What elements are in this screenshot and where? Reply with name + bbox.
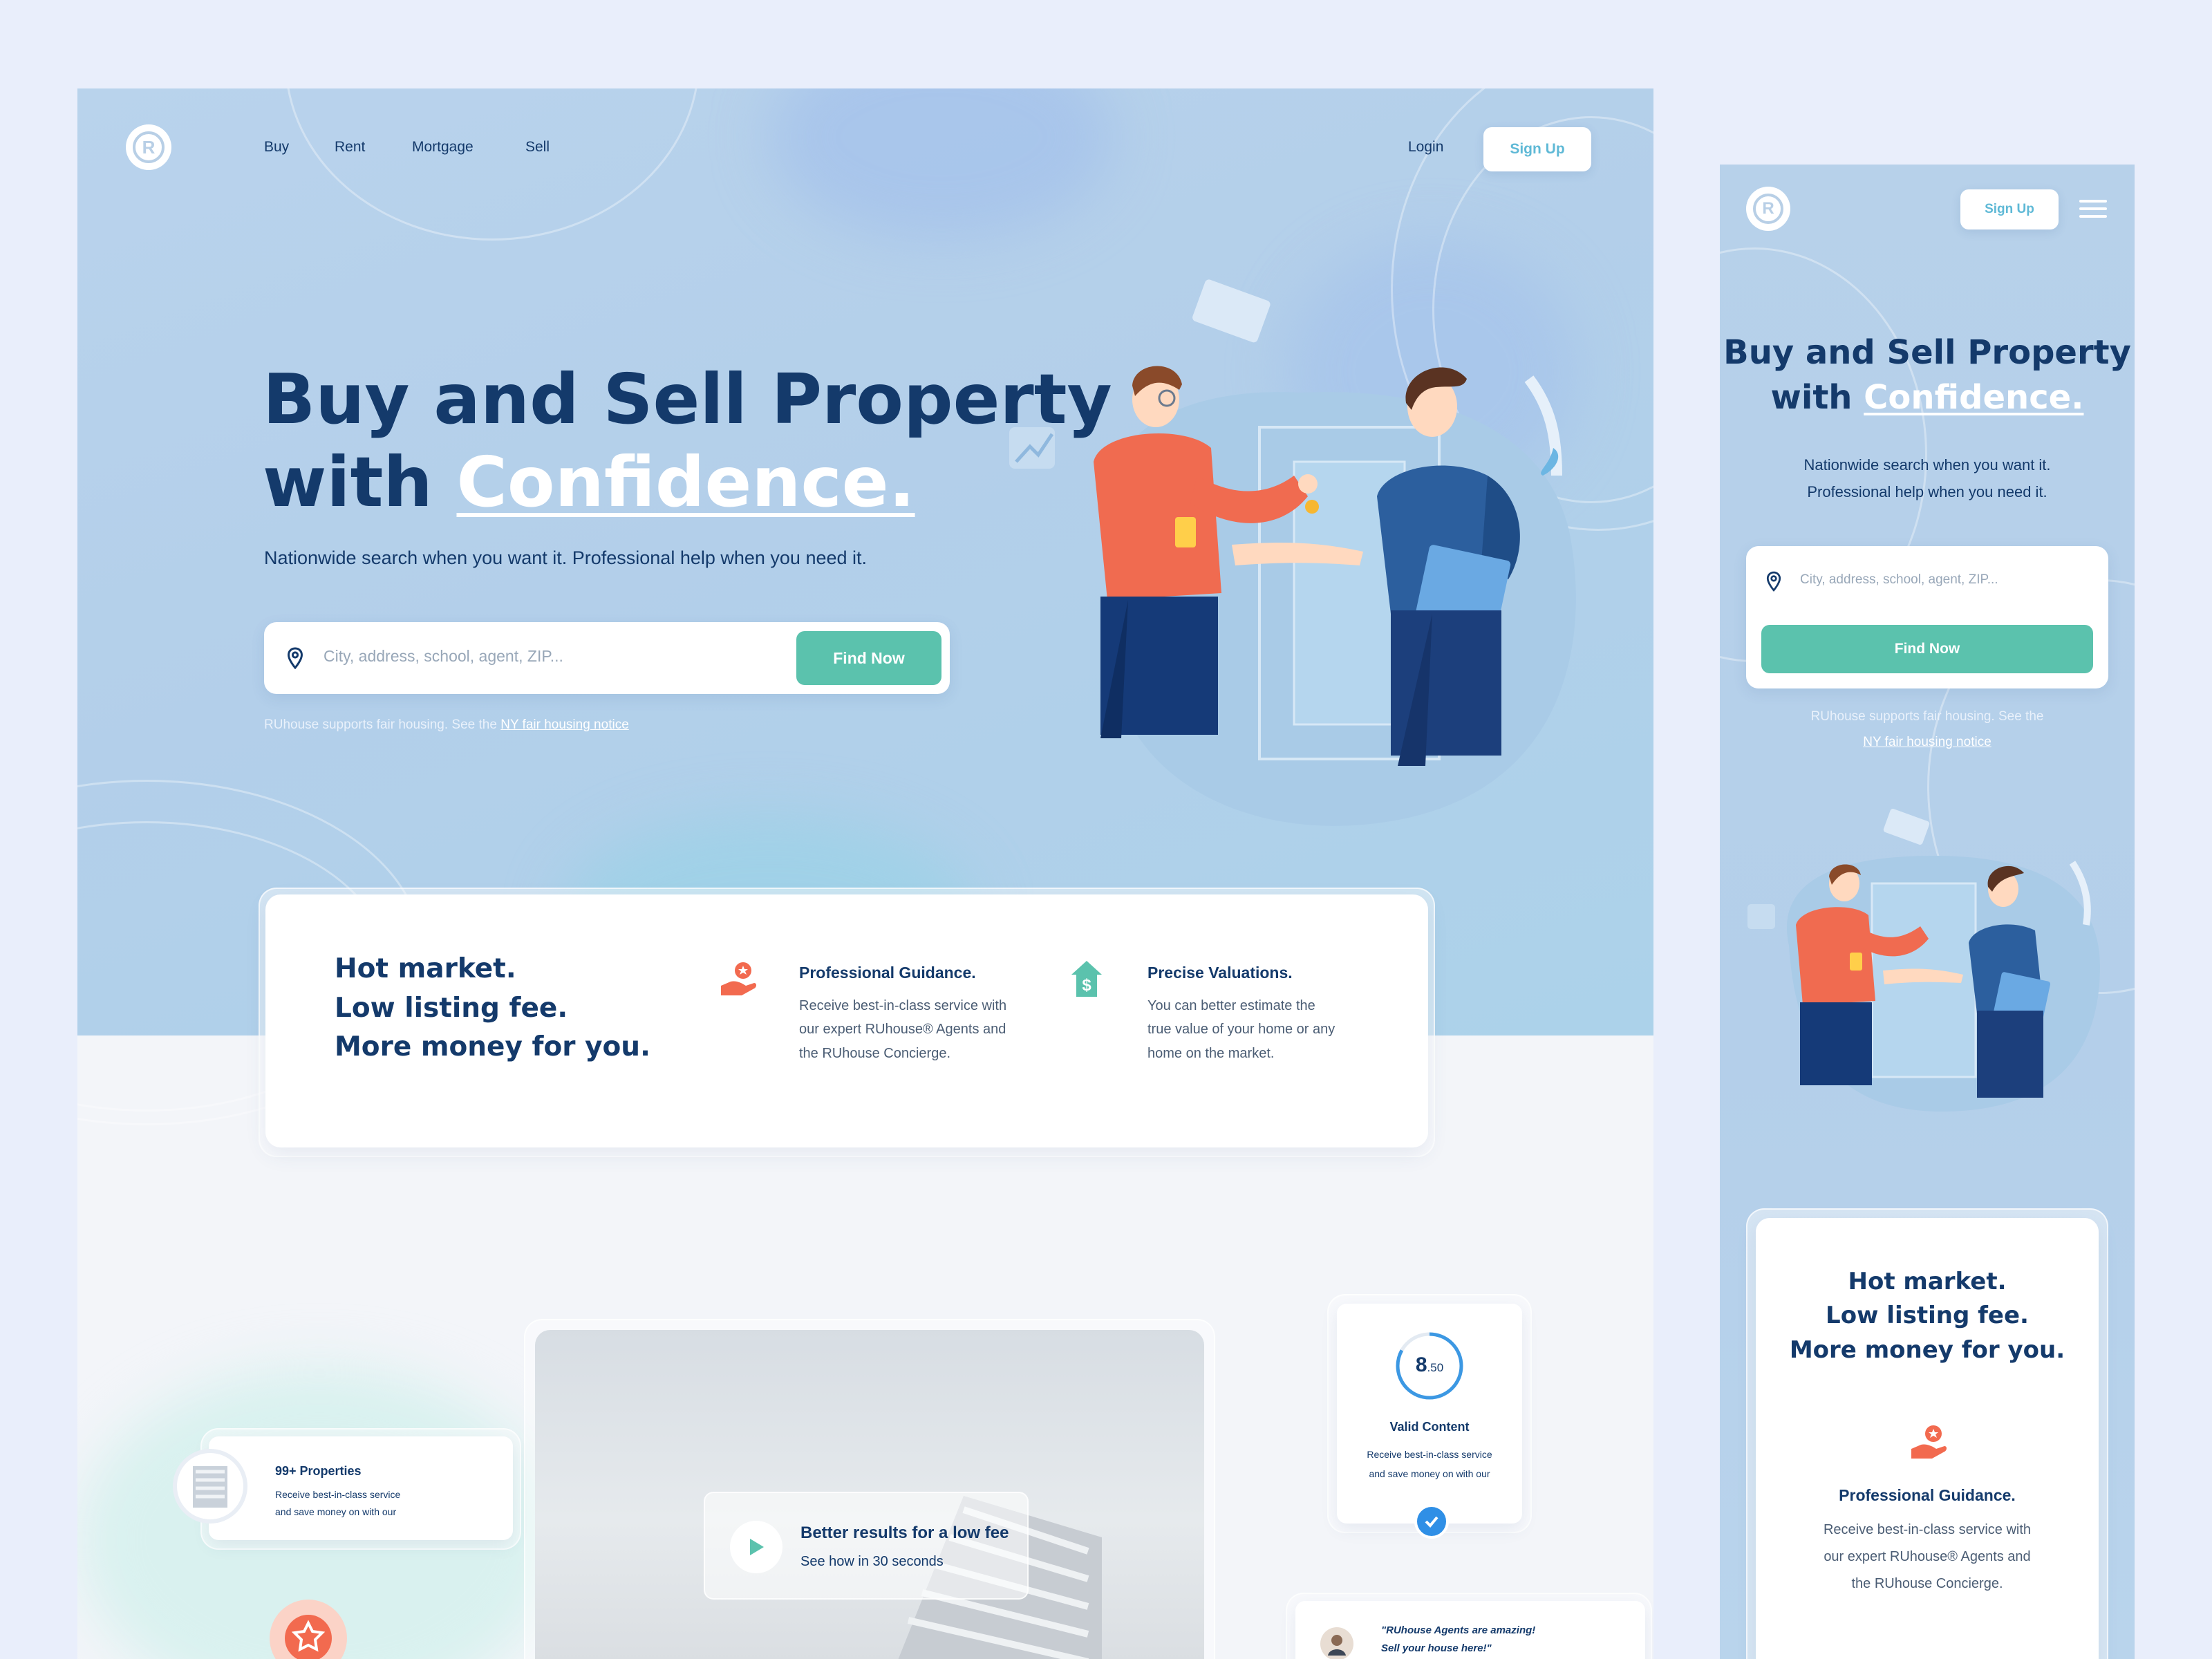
quote-line: "RUhouse Agents are amazing! [1381,1624,1536,1636]
mobile-title-with: with [1770,378,1853,418]
feature-1-line: our expert RUhouse® Agents and [799,1022,1006,1038]
feature-1-line: the RUhouse Concierge. [799,1045,951,1061]
hero-title-highlight: Confidence. [456,442,915,523]
feature-1-text: Receive best-in-class service with our e… [799,994,1006,1065]
properties-text: Receive best-in-class service and save m… [275,1486,400,1521]
headline-line-1: Hot market. [335,953,516,984]
search-bar: City, address, school, agent, ZIP... Fin… [264,622,950,694]
nav-buy[interactable]: Buy [264,139,289,156]
handshake-illustration [1009,279,1576,826]
score-text: Receive best-in-class service and save m… [1337,1445,1522,1483]
score-card: 8.50 Valid Content Receive best-in-class… [1337,1304,1522,1524]
signup-button[interactable]: Sign Up [1483,127,1591,171]
mobile-features-card: Hot market. Low listing fee. More money … [1756,1218,2099,1659]
location-pin-icon [285,646,306,671]
mobile-headline: Hot market. Low listing fee. More money … [1756,1265,2099,1367]
mobile-feature-title: Professional Guidance. [1839,1486,2016,1504]
mobile-hand-star-icon [1908,1423,1949,1461]
testimonial-card: "RUhouse Agents are amazing! Sell your h… [1295,1601,1645,1659]
hero-title-with: with [263,442,433,523]
properties-line: Receive best-in-class service [275,1489,401,1500]
check-icon [1414,1504,1449,1539]
video-subtitle: See how in 30 seconds [800,1554,944,1569]
logo[interactable]: R [126,124,171,170]
building-photo: Better results for a low fee See how in … [535,1330,1204,1659]
feature-2-line: home on the market. [1147,1045,1275,1061]
mobile-logo-mark: R [1753,194,1783,224]
desktop-mockup: R Buy Rent Mortgage Sell Login Sign Up B… [77,88,1653,1659]
mobile-hero-title: Buy and Sell Property with Confidence. [1720,330,2135,421]
nav-sell[interactable]: Sell [525,139,550,156]
mobile-fair-link[interactable]: NY fair housing notice [1863,735,1991,749]
mobile-feature-line: the RUhouse Concierge. [1851,1576,2003,1591]
score-fraction: .50 [1427,1361,1444,1374]
feature-2-line: true value of your home or any [1147,1022,1335,1038]
mobile-headline-line: Low listing fee. [1826,1302,2029,1330]
mobile-handshake-illustration [1747,808,2100,1112]
hamburger-menu-icon[interactable] [2078,195,2108,223]
play-icon[interactable] [730,1521,782,1573]
mobile-subtitle-line: Professional help when you need it. [1807,482,2047,500]
hero-subtitle: Nationwide search when you want it. Prof… [264,547,868,568]
mobile-location-pin-icon [1764,570,1783,593]
hand-star-icon [718,958,759,1000]
mobile-title-line1: Buy and Sell Property [1723,333,2131,372]
mobile-find-now-button[interactable]: Find Now [1761,625,2093,673]
mobile-subtitle-line: Nationwide search when you want it. [1803,456,2051,474]
score-title: Valid Content [1389,1420,1470,1434]
mobile-subtitle: Nationwide search when you want it. Prof… [1720,452,2135,505]
svg-text:$: $ [1082,976,1091,995]
feature-2-line: You can better estimate the [1147,998,1315,1013]
video-title: Better results for a low fee [800,1524,1009,1542]
hero-title: Buy and Sell Property with Confidence. [263,358,1112,524]
building-thumb-icon [173,1449,247,1524]
mobile-feature-line: Receive best-in-class service with [1823,1522,2032,1537]
fair-housing-link[interactable]: NY fair housing notice [500,718,629,732]
feature-1-line: Receive best-in-class service with [799,998,1007,1013]
dollar-tag-icon: $ [1067,958,1106,1000]
hero-title-line1: Buy and Sell Property [263,359,1112,440]
mobile-feature-line: our expert RUhouse® Agents and [1824,1549,2031,1564]
mobile-headline-line: More money for you. [1789,1335,2065,1364]
properties-line: and save money on with our [275,1506,397,1518]
score-main: 8 [1415,1353,1427,1376]
feature-1-title: Professional Guidance. [799,964,976,982]
mobile-search-box: City, address, school, agent, ZIP... Fin… [1746,546,2108,688]
fair-housing-text: RUhouse supports fair housing. See the [264,718,497,732]
logo-mark: R [133,131,165,163]
mobile-logo[interactable]: R [1746,187,1790,231]
video-play-card[interactable]: Better results for a low fee See how in … [704,1492,1029,1600]
testimonial-quote: "RUhouse Agents are amazing! Sell your h… [1381,1622,1535,1657]
mobile-title-highlight: Confidence. [1864,378,2084,418]
headline-line-2: Low listing fee. [335,992,568,1024]
score-value: 8.50 [1394,1353,1465,1377]
properties-title: 99+ Properties [275,1464,362,1478]
feature-2-text: You can better estimate the true value o… [1147,994,1335,1065]
feature-2-title: Precise Valuations. [1147,964,1293,982]
mobile-headline-line: Hot market. [1848,1268,2007,1295]
quote-line: Sell your house here!" [1381,1642,1492,1654]
fair-housing-note: RUhouse supports fair housing. See the N… [264,718,629,733]
mobile-fair-text: RUhouse supports fair housing. See the [1810,709,2044,724]
mobile-mockup: R Sign Up Buy and Sell Property with Con… [1720,165,2135,1659]
avatar [1320,1627,1353,1659]
find-now-button[interactable]: Find Now [796,631,941,685]
search-input[interactable]: City, address, school, agent, ZIP... [324,647,563,666]
mobile-fair-housing-note: RUhouse supports fair housing. See the N… [1720,704,2135,755]
nav-login[interactable]: Login [1408,139,1443,156]
properties-card: 99+ Properties Receive best-in-class ser… [173,1436,513,1540]
mobile-search-input[interactable]: City, address, school, agent, ZIP... [1800,572,1998,588]
features-card: Hot market. Low listing fee. More money … [265,894,1428,1147]
score-line: and save money on with our [1369,1468,1490,1479]
nav-mortgage[interactable]: Mortgage [412,139,474,156]
nav-rent[interactable]: Rent [335,139,365,156]
features-headline: Hot market. Low listing fee. More money … [335,950,650,1067]
headline-line-3: More money for you. [335,1031,650,1063]
mobile-feature-text: Receive best-in-class service with our e… [1756,1517,2099,1597]
score-line: Receive best-in-class service [1367,1449,1492,1460]
mobile-signup-button[interactable]: Sign Up [1960,189,2059,229]
